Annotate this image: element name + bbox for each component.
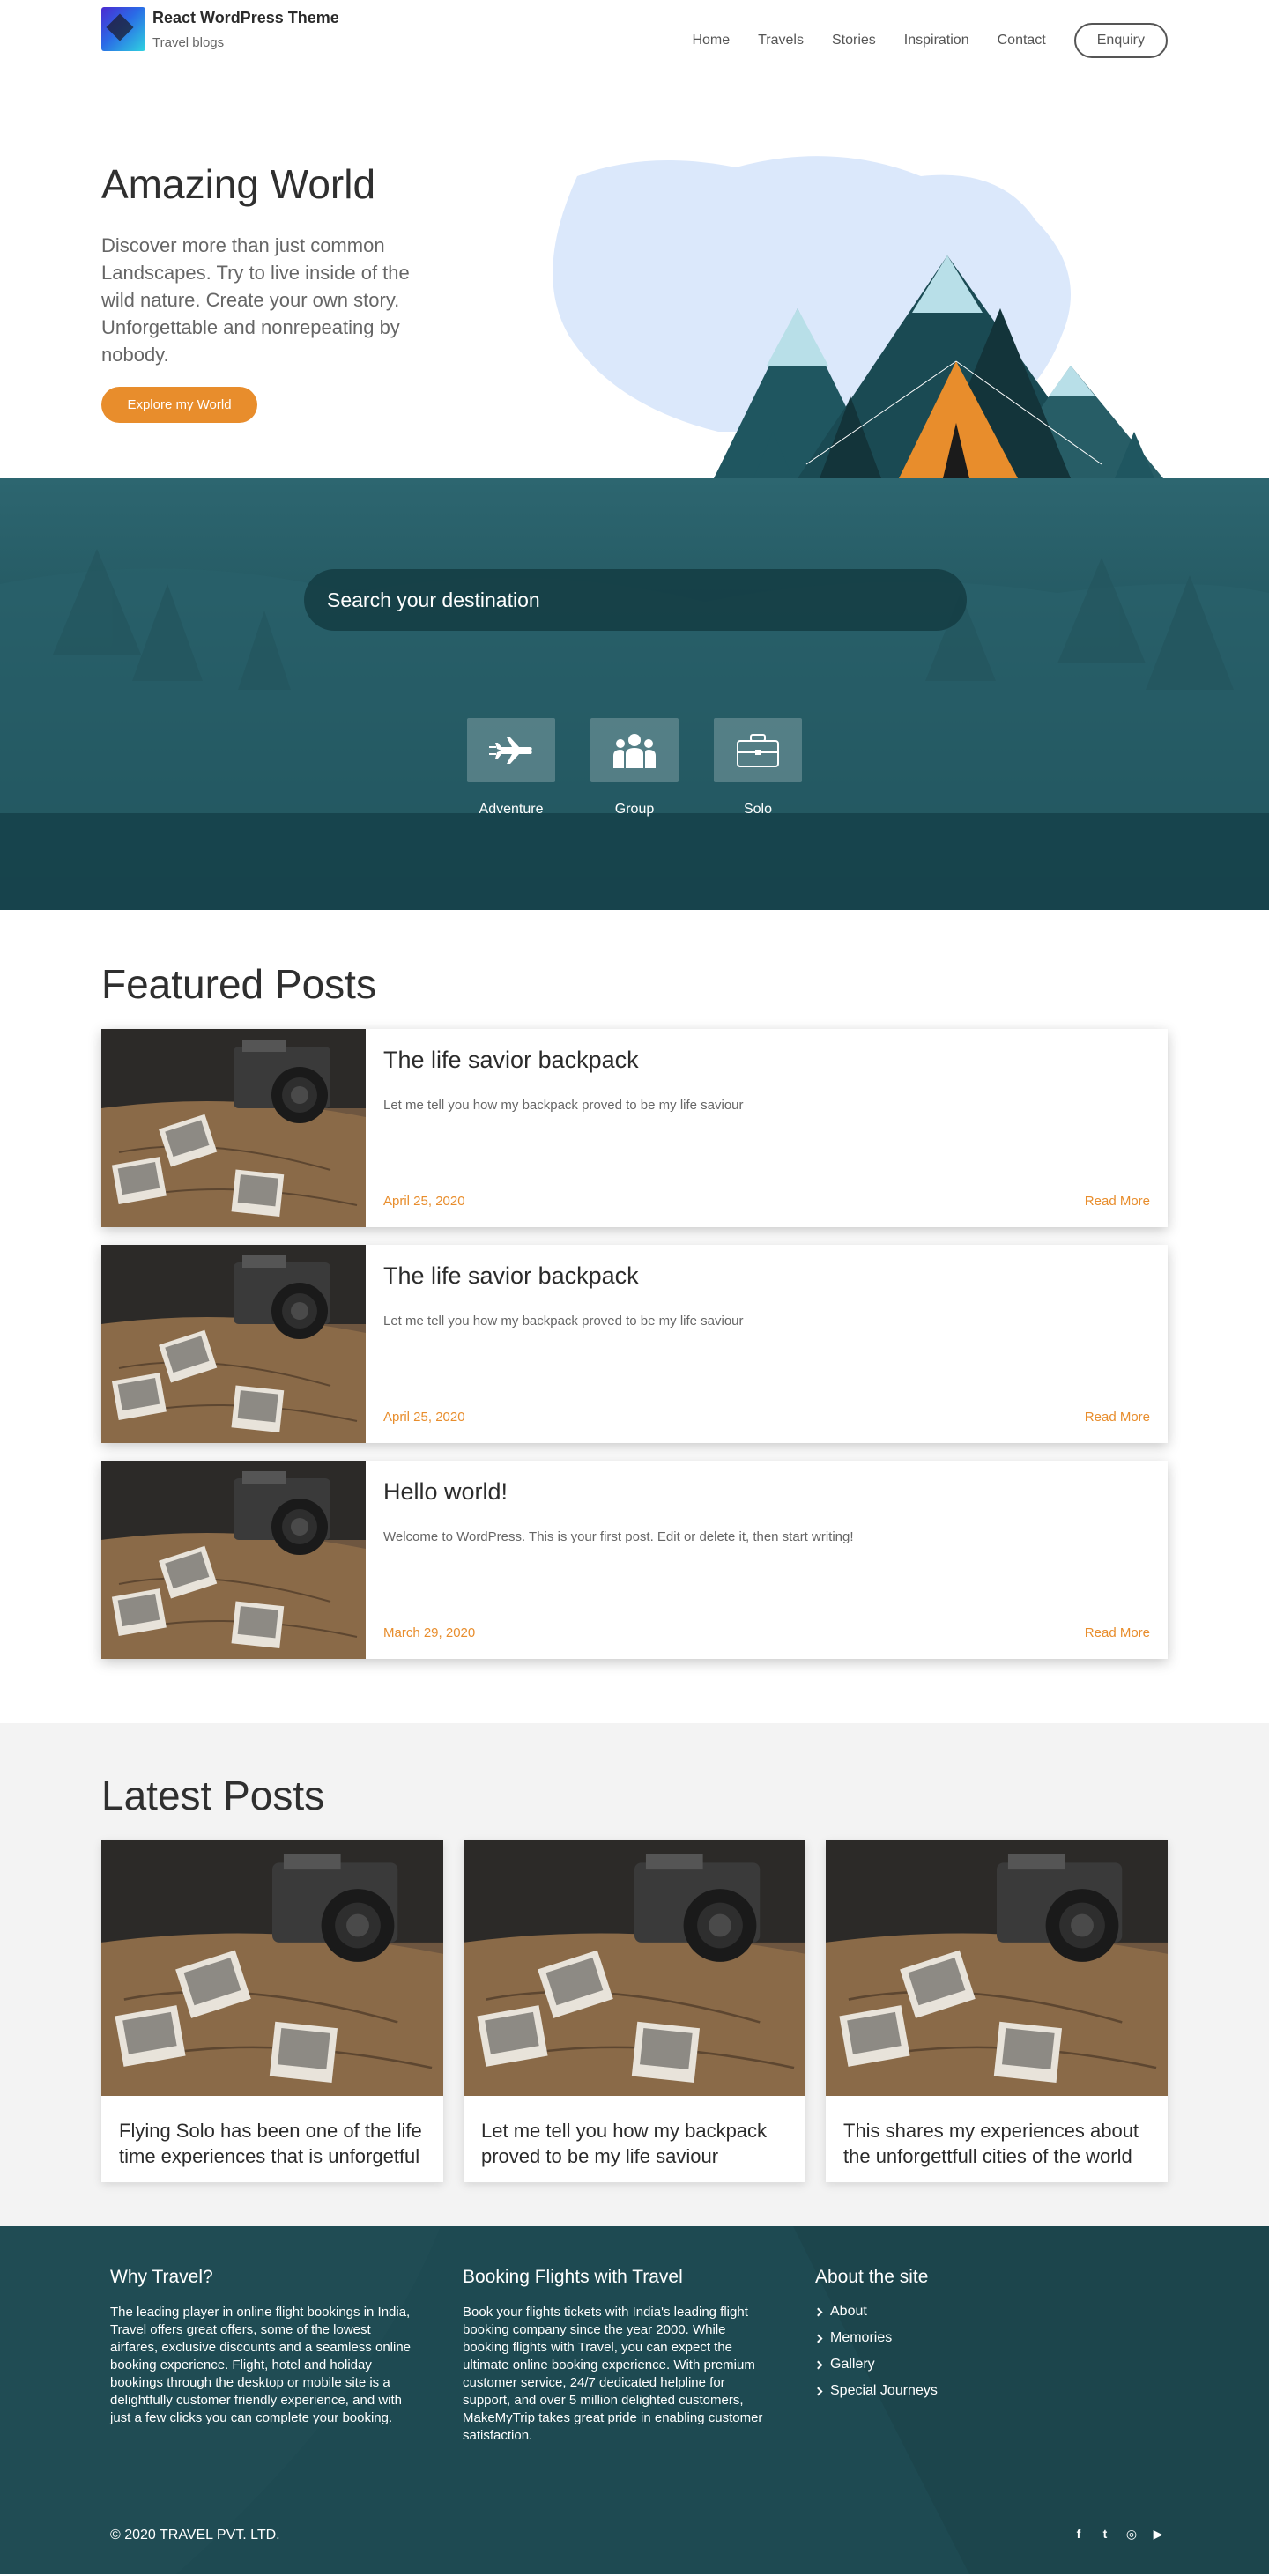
post-title[interactable]: The life savior backpack	[383, 1047, 1150, 1074]
enquiry-button[interactable]: Enquiry	[1073, 23, 1168, 58]
featured-section: Featured Posts The life savior backpack …	[101, 910, 1168, 1723]
latest-list: Flying Solo has been one of the life tim…	[101, 1840, 1168, 2182]
post-image	[101, 1840, 443, 2096]
featured-post[interactable]: The life savior backpack Let me tell you…	[101, 1245, 1168, 1443]
brand-name: React WordPress Theme	[152, 9, 339, 26]
social-links: f t ◎ ▶	[1059, 2527, 1165, 2542]
search-bar[interactable]	[304, 569, 967, 631]
search-input[interactable]	[327, 588, 926, 612]
footer-heading: Booking Flights with Travel	[463, 2267, 683, 2287]
facebook-icon[interactable]: f	[1072, 2527, 1086, 2542]
nav-home[interactable]: Home	[692, 33, 730, 48]
post-image	[826, 1840, 1168, 2096]
read-more-link[interactable]: Read More	[1085, 1194, 1150, 1209]
footer-booking: Booking Flights with Travel Book your fl…	[463, 2267, 815, 2445]
post-title[interactable]: Let me tell you how my backpack proved t…	[464, 2100, 805, 2187]
nav-inspiration[interactable]: Inspiration	[904, 33, 969, 48]
featured-post[interactable]: Hello world! Welcome to WordPress. This …	[101, 1461, 1168, 1659]
twitter-icon[interactable]: t	[1098, 2527, 1112, 2542]
group-icon	[613, 733, 656, 768]
post-title[interactable]: The life savior backpack	[383, 1262, 1150, 1290]
instagram-icon[interactable]: ◎	[1124, 2527, 1139, 2542]
main-nav: Home Travels Stories Inspiration Contact…	[664, 23, 1168, 58]
post-date: April 25, 2020	[383, 1410, 465, 1425]
latest-post[interactable]: Flying Solo has been one of the life tim…	[101, 1840, 443, 2182]
forest-background	[0, 549, 1269, 910]
brand-tagline: Travel blogs	[152, 35, 225, 50]
post-date: April 25, 2020	[383, 1194, 465, 1209]
footer-heading: About the site	[815, 2267, 929, 2287]
footer-about: About the site About Memories Gallery Sp…	[813, 2267, 1168, 2445]
nav-stories[interactable]: Stories	[832, 33, 876, 48]
hero-illustration	[553, 156, 1163, 478]
latest-section: Latest Posts Flying Solo has been one of…	[0, 1723, 1269, 2226]
hero-description: Discover more than just common Landscape…	[101, 234, 410, 366]
footer-text: The leading player in online flight book…	[110, 2305, 412, 2425]
copyright: © 2020 TRAVEL PVT. LTD.	[110, 2528, 280, 2543]
featured-post[interactable]: The life savior backpack Let me tell you…	[101, 1029, 1168, 1227]
post-title[interactable]: Flying Solo has been one of the life tim…	[101, 2100, 443, 2187]
category-adventure[interactable]: Adventure	[467, 718, 555, 818]
brand[interactable]: React WordPress Theme Travel blogs	[101, 7, 339, 51]
category-label: Group	[614, 802, 655, 817]
category-label: Solo	[743, 802, 773, 817]
post-image	[101, 1461, 366, 1659]
latest-post[interactable]: Let me tell you how my backpack proved t…	[464, 1840, 805, 2182]
latest-post[interactable]: This shares my experiences about the unf…	[826, 1840, 1168, 2182]
post-excerpt: Let me tell you how my backpack proved t…	[383, 1098, 744, 1113]
nav-travels[interactable]: Travels	[758, 33, 804, 48]
post-title[interactable]: This shares my experiences about the unf…	[826, 2100, 1168, 2187]
post-title[interactable]: Hello world!	[383, 1478, 1150, 1506]
read-more-link[interactable]: Read More	[1085, 1410, 1150, 1425]
briefcase-icon	[737, 733, 779, 767]
hero: Amazing World Discover more than just co…	[101, 88, 1168, 478]
chevron-right-icon	[813, 2387, 823, 2395]
post-excerpt: Welcome to WordPress. This is your first…	[383, 1529, 854, 1544]
footer-heading: Why Travel?	[110, 2267, 213, 2287]
category-solo[interactable]: Solo	[714, 718, 802, 818]
chevron-right-icon	[813, 2307, 823, 2316]
post-date: March 29, 2020	[383, 1625, 476, 1640]
post-image	[101, 1029, 366, 1227]
post-excerpt: Let me tell you how my backpack proved t…	[383, 1314, 744, 1329]
site-header: React WordPress Theme Travel blogs Home …	[101, 0, 1168, 88]
featured-list: The life savior backpack Let me tell you…	[101, 1029, 1168, 1659]
airplane-icon	[489, 737, 532, 764]
footer-link-about[interactable]: About	[813, 2304, 1168, 2320]
explore-button[interactable]: Explore my World	[101, 387, 257, 423]
search-band: Adventure Group	[0, 478, 1269, 910]
category-list: Adventure Group Solo	[467, 718, 837, 818]
footer-link-gallery[interactable]: Gallery	[813, 2357, 1168, 2372]
logo-icon	[101, 7, 145, 51]
footer-link-special-journeys[interactable]: Special Journeys	[813, 2383, 1168, 2399]
footer-why-travel: Why Travel? The leading player in online…	[110, 2267, 463, 2445]
footer-text: Book your flights tickets with India's l…	[463, 2305, 763, 2443]
chevron-right-icon	[813, 2360, 823, 2369]
category-label: Adventure	[479, 802, 544, 817]
site-footer: Why Travel? The leading player in online…	[0, 2226, 1269, 2574]
post-image	[464, 1840, 805, 2096]
chevron-right-icon	[813, 2334, 823, 2343]
hero-title: Amazing World	[101, 161, 376, 207]
post-image	[101, 1245, 366, 1443]
footer-link-memories[interactable]: Memories	[813, 2330, 1168, 2346]
latest-title: Latest Posts	[101, 1773, 325, 1818]
read-more-link[interactable]: Read More	[1085, 1625, 1150, 1640]
youtube-icon[interactable]: ▶	[1151, 2527, 1165, 2542]
nav-contact[interactable]: Contact	[998, 33, 1046, 48]
category-group[interactable]: Group	[590, 718, 679, 818]
featured-title: Featured Posts	[101, 961, 376, 1007]
